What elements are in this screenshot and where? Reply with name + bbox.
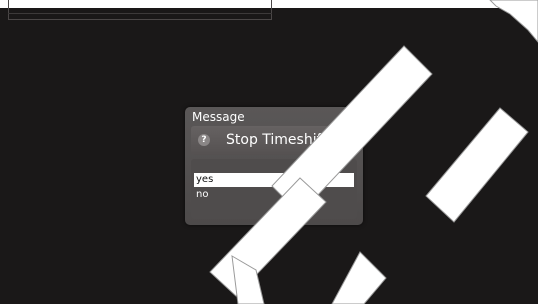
watermark-stroke-5 [331,251,387,304]
question-icon: ? [198,134,210,146]
question-text: Stop Timeshift? [226,132,335,148]
option-no[interactable]: no [194,188,354,202]
options-list: yes no [191,159,357,219]
dialog-title: Message [192,110,245,124]
watermark-stroke-3 [425,107,529,223]
watermark-stroke-6 [231,255,265,304]
tv-screen: Message ? Stop Timeshift? yes no [0,0,538,304]
option-yes[interactable]: yes [194,173,354,187]
message-dialog: Message ? Stop Timeshift? yes no [185,107,363,225]
question-header: ? Stop Timeshift? [191,126,357,155]
top-info-bar [8,0,272,20]
top-bar-divider [8,13,272,14]
